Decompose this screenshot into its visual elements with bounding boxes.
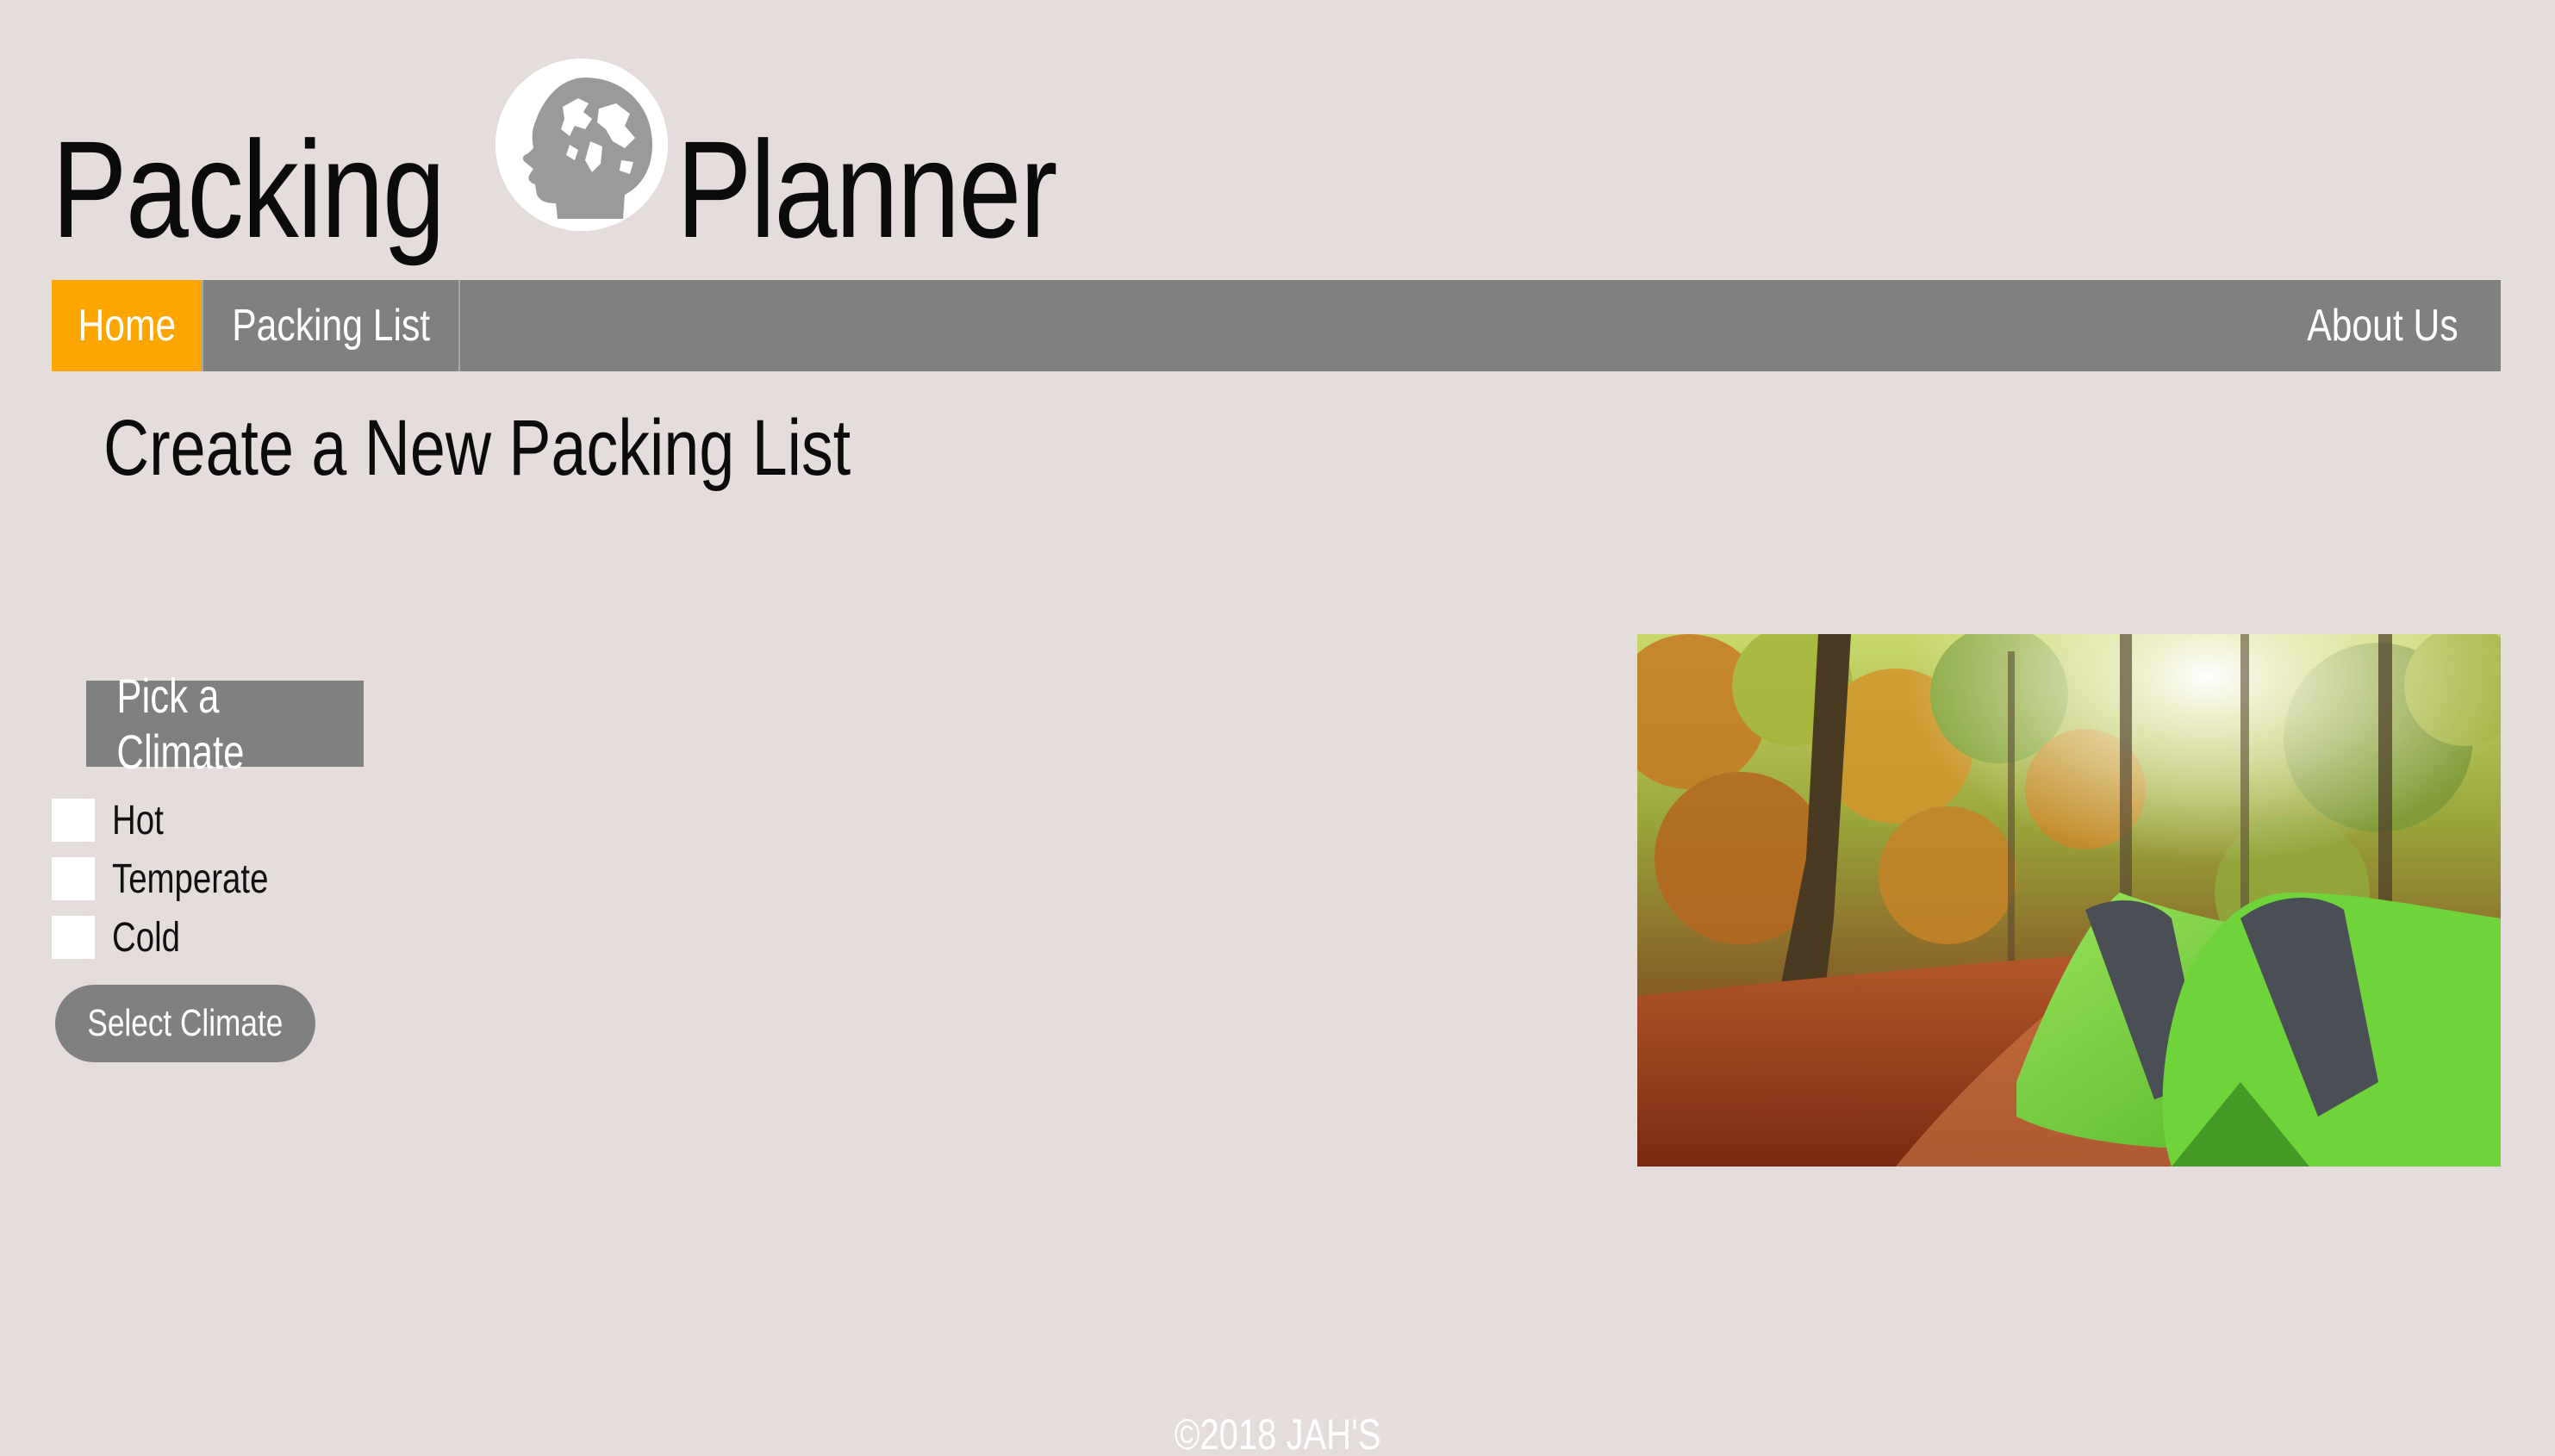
climate-option-label: Hot	[112, 797, 164, 843]
hero-photo	[1637, 634, 2501, 1167]
site-footer: ©2018 JAH'S	[0, 1413, 2555, 1456]
logo-word-planner: Planner	[676, 112, 1057, 266]
globe-head-icon	[495, 59, 669, 231]
nav-packing-list-label: Packing List	[232, 301, 430, 351]
climate-option-temperate[interactable]: Temperate	[52, 849, 308, 908]
footer-text: ©2018 JAH'S	[1174, 1410, 1381, 1456]
climate-options: Hot Temperate Cold	[52, 791, 308, 967]
page-title-text: Create a New Packing List	[103, 404, 851, 492]
select-climate-button[interactable]: Select Climate	[55, 985, 315, 1062]
climate-option-hot[interactable]: Hot	[52, 791, 308, 849]
nav-about-us[interactable]: About Us	[2263, 280, 2501, 371]
checkbox-hot[interactable]	[52, 799, 95, 842]
climate-heading-text: Pick a Climate	[116, 669, 245, 779]
page: Packing Planner Home Packing List About …	[0, 0, 2555, 1456]
nav-home[interactable]: Home	[52, 280, 202, 371]
climate-option-label: Cold	[112, 914, 180, 961]
checkbox-temperate[interactable]	[52, 857, 95, 900]
climate-option-label: Temperate	[112, 856, 269, 902]
nav-about-us-label: About Us	[2307, 301, 2458, 351]
climate-option-cold[interactable]: Cold	[52, 908, 308, 967]
page-title: Create a New Packing List	[103, 404, 1038, 492]
climate-heading: Pick a Climate	[86, 669, 364, 779]
main-nav: Home Packing List About Us	[52, 280, 2501, 371]
logo-word-packing: Packing	[52, 112, 446, 266]
nav-home-label: Home	[78, 301, 176, 351]
checkbox-cold[interactable]	[52, 916, 95, 959]
nav-packing-list[interactable]: Packing List	[202, 280, 460, 371]
select-climate-button-label: Select Climate	[87, 1002, 284, 1044]
site-logo[interactable]: Packing Planner	[52, 52, 1140, 258]
